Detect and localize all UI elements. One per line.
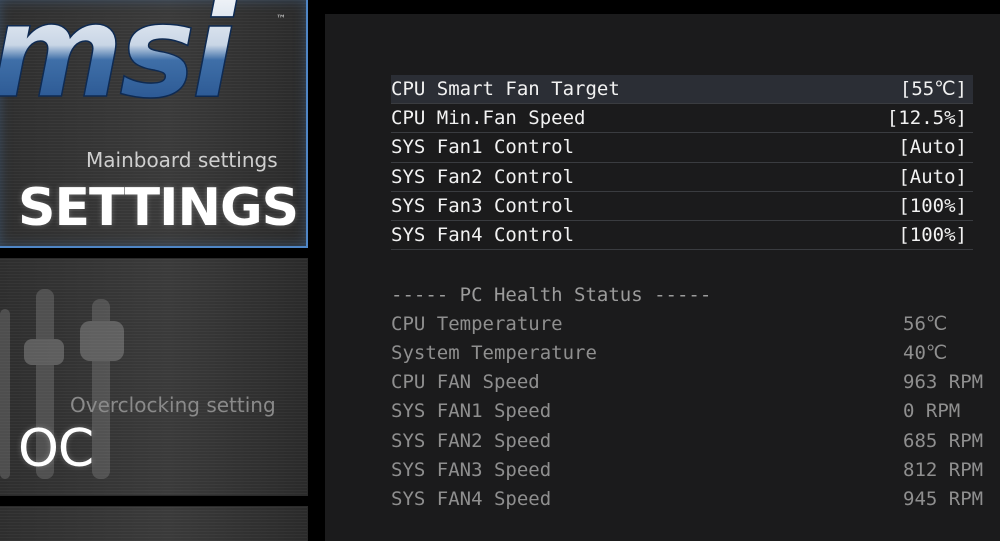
health-row: SYS FAN2 Speed 685 RPM bbox=[391, 426, 991, 455]
oc-tile-subtitle: Overclocking setting bbox=[70, 393, 276, 417]
pc-health-title: ----- PC Health Status ----- bbox=[391, 283, 712, 306]
settings-tile-subtitle: Mainboard settings bbox=[86, 148, 278, 172]
health-label: SYS FAN1 Speed bbox=[391, 400, 552, 423]
msi-logo: msi bbox=[0, 0, 286, 128]
health-value: 945 RPM bbox=[903, 487, 984, 510]
setting-value: [100%] bbox=[898, 224, 967, 247]
setting-row-cpu-smart-fan-target[interactable]: CPU Smart Fan Target [55℃] bbox=[391, 75, 973, 105]
setting-value: [100%] bbox=[898, 194, 967, 217]
health-label: SYS FAN4 Speed bbox=[391, 487, 552, 510]
next-tile[interactable] bbox=[0, 506, 308, 541]
setting-row-sys-fan4-control[interactable]: SYS Fan4 Control [100%] bbox=[391, 221, 973, 251]
health-row: SYS FAN3 Speed 812 RPM bbox=[391, 455, 991, 484]
health-row: SYS FAN4 Speed 945 RPM bbox=[391, 484, 991, 513]
setting-label: CPU Smart Fan Target bbox=[391, 78, 620, 101]
health-label: CPU FAN Speed bbox=[391, 371, 540, 394]
setting-row-sys-fan2-control[interactable]: SYS Fan2 Control [Auto] bbox=[391, 163, 973, 192]
health-value: 56℃ bbox=[903, 312, 948, 335]
setting-row-cpu-min-fan-speed[interactable]: CPU Min.Fan Speed [12.5%] bbox=[391, 104, 973, 134]
health-value: 812 RPM bbox=[903, 458, 984, 481]
setting-value: [Auto] bbox=[898, 165, 967, 188]
settings-tile-title: SETTINGS bbox=[18, 178, 299, 238]
health-value: 40℃ bbox=[903, 341, 948, 364]
health-label: SYS FAN3 Speed bbox=[391, 458, 552, 481]
oc-tile-title: OC bbox=[18, 419, 94, 479]
setting-label: CPU Min.Fan Speed bbox=[391, 107, 586, 130]
health-label: System Temperature bbox=[391, 341, 597, 364]
health-value: 0 RPM bbox=[903, 400, 961, 423]
health-row: CPU FAN Speed 963 RPM bbox=[391, 368, 991, 397]
health-row: CPU Temperature 56℃ bbox=[391, 309, 991, 338]
setting-label: SYS Fan4 Control bbox=[391, 224, 575, 247]
health-label: CPU Temperature bbox=[391, 312, 563, 335]
setting-label: SYS Fan1 Control bbox=[391, 136, 575, 159]
setting-row-sys-fan3-control[interactable]: SYS Fan3 Control [100%] bbox=[391, 192, 973, 221]
setting-row-sys-fan1-control[interactable]: SYS Fan1 Control [Auto] bbox=[391, 133, 973, 163]
setting-value: [12.5%] bbox=[886, 107, 967, 130]
health-row: SYS FAN1 Speed 0 RPM bbox=[391, 397, 991, 426]
setting-label: SYS Fan2 Control bbox=[391, 165, 575, 188]
health-row: System Temperature 40℃ bbox=[391, 338, 991, 367]
logo-text: msi bbox=[0, 0, 238, 118]
health-value: 963 RPM bbox=[903, 371, 984, 394]
fan-settings-list: CPU Smart Fan Target [55℃] CPU Min.Fan S… bbox=[391, 75, 973, 251]
setting-value: [Auto] bbox=[898, 136, 967, 159]
settings-tile[interactable]: msi ™ Mainboard settings SETTINGS bbox=[0, 0, 308, 248]
setting-value: [55℃] bbox=[899, 78, 967, 101]
oc-tile[interactable]: Overclocking setting OC bbox=[0, 258, 308, 496]
health-value: 685 RPM bbox=[903, 429, 984, 452]
pc-health-status: ----- PC Health Status ----- CPU Tempera… bbox=[391, 280, 991, 514]
setting-label: SYS Fan3 Control bbox=[391, 194, 575, 217]
trademark-symbol: ™ bbox=[276, 14, 286, 25]
health-label: SYS FAN2 Speed bbox=[391, 429, 552, 452]
